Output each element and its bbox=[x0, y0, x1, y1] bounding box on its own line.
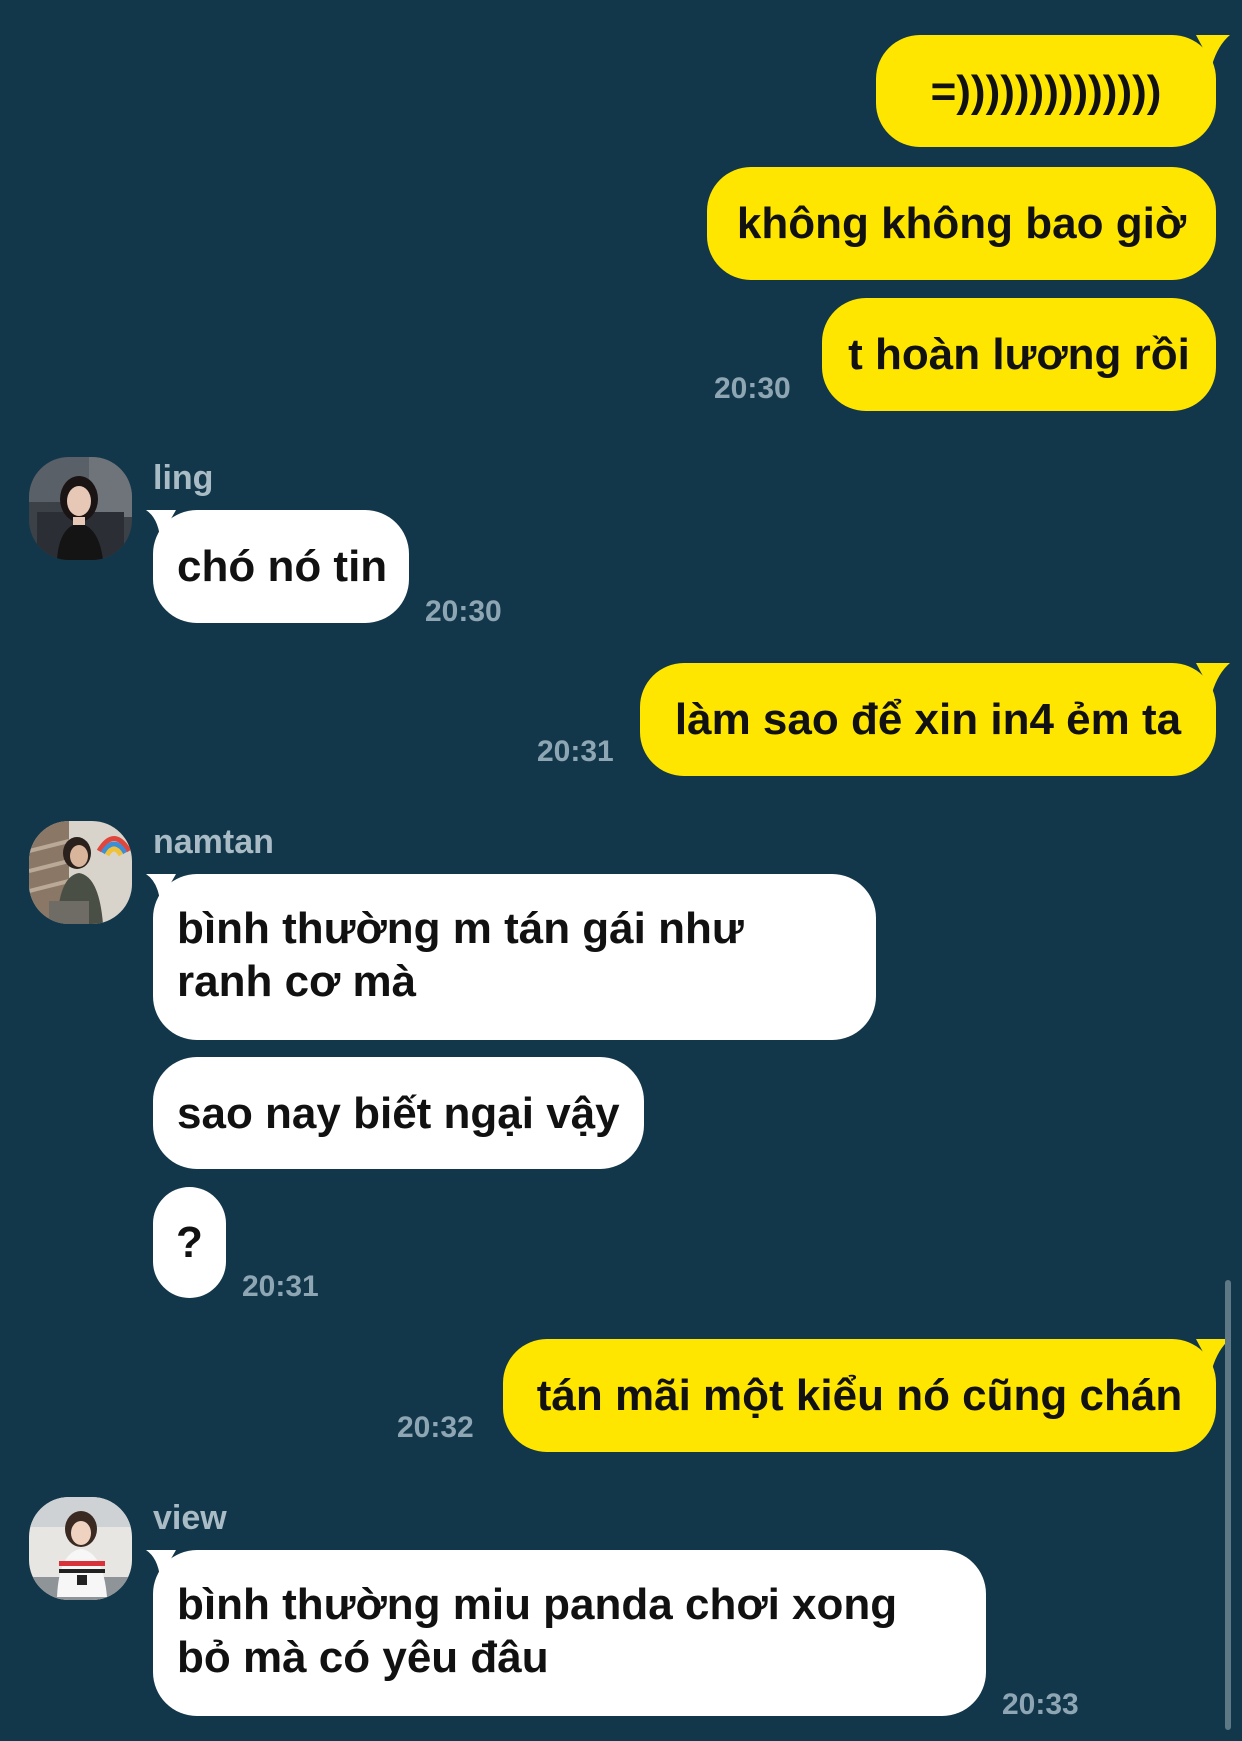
incoming-message-bubble[interactable]: ? bbox=[153, 1187, 226, 1298]
sender-name: ling bbox=[153, 459, 214, 497]
sender-name: namtan bbox=[153, 823, 274, 861]
message-text: t hoàn lương rồi bbox=[848, 330, 1190, 379]
message-text: bình thường m tán gái như ranh cơ mà bbox=[177, 904, 744, 1006]
message-timestamp: 20:32 bbox=[397, 1411, 474, 1444]
message-text: sao nay biết ngại vậy bbox=[177, 1088, 620, 1138]
message-text: chó nó tin bbox=[177, 542, 388, 591]
outgoing-message-bubble[interactable]: tán mãi một kiểu nó cũng chán bbox=[503, 1339, 1216, 1452]
incoming-message-bubble[interactable]: sao nay biết ngại vậy bbox=[153, 1057, 644, 1169]
incoming-message-bubble[interactable]: chó nó tin bbox=[153, 510, 409, 623]
avatar[interactable] bbox=[29, 457, 132, 560]
message-text: bình thường miu panda chơi xong bỏ mà có… bbox=[177, 1580, 898, 1682]
outgoing-message-bubble[interactable]: làm sao để xin in4 ẻm ta bbox=[640, 663, 1216, 776]
message-text: không không bao giờ bbox=[736, 199, 1187, 248]
scrollbar[interactable] bbox=[1225, 1280, 1231, 1730]
incoming-message-bubble[interactable]: bình thường miu panda chơi xong bỏ mà có… bbox=[153, 1550, 986, 1716]
message-timestamp: 20:31 bbox=[242, 1270, 319, 1303]
outgoing-message-bubble[interactable]: t hoàn lương rồi bbox=[822, 298, 1216, 411]
sender-name: view bbox=[153, 1499, 227, 1537]
message-timestamp: 20:30 bbox=[425, 595, 502, 628]
bubble-tail bbox=[1196, 663, 1230, 693]
outgoing-message-bubble[interactable]: =)))))))))))))) bbox=[876, 35, 1216, 147]
avatar[interactable] bbox=[29, 821, 132, 924]
message-text: làm sao để xin in4 ẻm ta bbox=[674, 695, 1182, 744]
avatar[interactable] bbox=[29, 1497, 132, 1600]
message-timestamp: 20:30 bbox=[714, 372, 791, 405]
message-text: ? bbox=[176, 1218, 203, 1267]
message-text: tán mãi một kiểu nó cũng chán bbox=[536, 1371, 1183, 1420]
chat-message-list[interactable]: =)))))))))))))) không không bao giờ t ho… bbox=[0, 0, 1242, 1741]
bubble-tail bbox=[1196, 35, 1230, 65]
message-timestamp: 20:31 bbox=[537, 735, 614, 768]
incoming-message-bubble[interactable]: bình thường m tán gái như ranh cơ mà bbox=[153, 874, 876, 1040]
message-timestamp: 20:33 bbox=[1002, 1688, 1079, 1721]
message-text: =)))))))))))))) bbox=[930, 66, 1162, 116]
outgoing-message-bubble[interactable]: không không bao giờ bbox=[707, 167, 1216, 280]
